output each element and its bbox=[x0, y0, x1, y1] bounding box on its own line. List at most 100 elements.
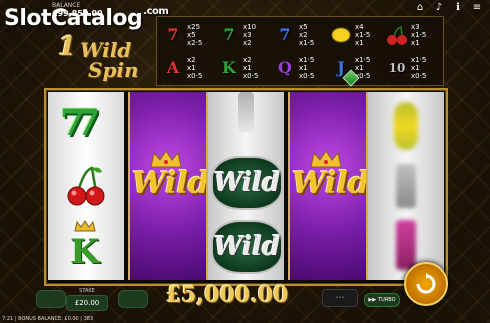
paytable-pays: x4 x1·5 x1 bbox=[355, 23, 370, 47]
A-icon: A bbox=[166, 58, 180, 77]
stake-control[interactable]: STAKE £20.00 bbox=[66, 288, 108, 311]
reel-2-wild: Wild bbox=[128, 92, 208, 280]
top-icons: ⌂ ♪ ℹ ≡ bbox=[415, 3, 482, 13]
wild-symbol: Wild bbox=[132, 166, 208, 201]
paytable-cell-10: 10 x1·5 x1 x0·5 bbox=[385, 51, 441, 84]
pay-value: x1 bbox=[355, 38, 364, 47]
pay-value: x5 bbox=[299, 22, 308, 31]
reels-frame: 77 K Wild Wild Wild Wild bbox=[44, 88, 448, 286]
stake-increase-button[interactable] bbox=[118, 290, 148, 308]
paytable-cell-seven: 7 x25 x5 x2·5 bbox=[161, 18, 217, 51]
paytable-cell-cherries: x3 x1·5 x1 bbox=[385, 18, 441, 51]
reel-1: 77 K bbox=[48, 92, 124, 280]
paytable-pays: x3 x1·5 x1 bbox=[411, 23, 426, 47]
blue-seven-icon: 7 bbox=[279, 25, 291, 44]
logo-one: 1 bbox=[58, 32, 77, 62]
wild-green-label: Wild bbox=[213, 168, 281, 198]
pay-value: x2·5 bbox=[187, 38, 203, 47]
crown-icon bbox=[74, 220, 96, 232]
pay-value: x1 bbox=[187, 63, 196, 72]
spin-arrow-icon bbox=[416, 273, 436, 294]
pay-value: x2 bbox=[243, 38, 252, 47]
footer-bar: 7:21 | BONUS BALANCE: £0.00 | 383 bbox=[2, 316, 94, 322]
pay-value: x2 bbox=[243, 55, 252, 64]
cherries-icon bbox=[385, 23, 409, 47]
pay-value: x1·5 bbox=[411, 30, 427, 39]
paytable-pays: x10 x3 x2 bbox=[243, 23, 256, 47]
pay-value: x0·5 bbox=[411, 71, 427, 80]
paytable-cell-green-seven: 7 x10 x3 x2 bbox=[217, 18, 273, 51]
wild-symbol: Wild bbox=[292, 166, 368, 201]
pay-value: x3 bbox=[243, 30, 252, 39]
paytable: 7 x25 x5 x2·5 7 x10 x3 x2 7 x5 x2 x1·5 x4 x1·5 x1 x3 x1·… bbox=[156, 16, 444, 86]
pay-value: x1 bbox=[411, 38, 420, 47]
pay-value: x0·5 bbox=[299, 71, 315, 80]
10-icon: 10 bbox=[388, 60, 406, 75]
paytable-pays: x1·5 x1 x0·5 bbox=[411, 56, 426, 80]
wild-green-label: Wild bbox=[213, 232, 281, 262]
turbo-label: TURBO bbox=[378, 297, 396, 303]
autoplay-button[interactable]: ••• bbox=[322, 289, 358, 307]
wild-green-symbol: Wild bbox=[211, 156, 283, 210]
menu-button[interactable] bbox=[36, 290, 66, 308]
pay-value: x1·5 bbox=[355, 55, 371, 64]
paytable-pays: x25 x5 x2·5 bbox=[187, 23, 202, 47]
balance-label: BALANCE bbox=[52, 2, 81, 9]
blur-strip bbox=[238, 92, 254, 132]
paytable-cell-blue-seven: 7 x5 x2 x1·5 bbox=[273, 18, 329, 51]
play-icon: ▶▶ bbox=[368, 297, 377, 303]
pay-value: x1 bbox=[243, 63, 252, 72]
pay-value: x1·5 bbox=[299, 55, 315, 64]
pay-value: x0·5 bbox=[243, 71, 259, 80]
turbo-button[interactable]: ▶▶ TURBO bbox=[364, 293, 400, 307]
blur-strip bbox=[396, 164, 416, 208]
paytable-cell-K: Kx2 x1 x0·5 bbox=[217, 51, 273, 84]
balance-display: BALANCE £99,850.00 bbox=[52, 2, 103, 18]
pay-value: x25 bbox=[187, 22, 201, 31]
paytable-cell-lemon: x4 x1·5 x1 bbox=[329, 18, 385, 51]
Q-icon: Q bbox=[278, 58, 292, 77]
menu-icon[interactable]: ≡ bbox=[472, 3, 482, 13]
pay-value: x2 bbox=[299, 30, 308, 39]
game-logo: 1 Wild Spin bbox=[46, 22, 154, 84]
pay-value: x1·5 bbox=[299, 38, 315, 47]
seven-icon: 7 bbox=[167, 25, 179, 44]
logo-spin: Spin bbox=[88, 58, 139, 82]
spin-button[interactable] bbox=[404, 262, 448, 306]
info-icon[interactable]: ℹ bbox=[453, 3, 463, 13]
reel-3: Wild Wild bbox=[208, 92, 284, 280]
home-icon[interactable]: ⌂ bbox=[415, 3, 425, 13]
footer-id: 383 bbox=[83, 316, 94, 322]
footer-bonus: BONUS BALANCE: £0.00 bbox=[18, 316, 79, 322]
paytable-pays: x1·5 x1 x0·5 bbox=[299, 56, 314, 80]
footer-time: 7:21 bbox=[2, 316, 14, 322]
paytable-pays: x5 x2 x1·5 bbox=[299, 23, 314, 47]
cherries-symbol bbox=[67, 166, 105, 206]
paytable-cell-A: Ax2 x1 x0·5 bbox=[161, 51, 217, 84]
pay-value: x10 bbox=[243, 22, 257, 31]
pay-value: x0·5 bbox=[187, 71, 203, 80]
pay-value: x1·5 bbox=[355, 30, 371, 39]
pay-value: x2 bbox=[187, 55, 196, 64]
pay-value: x4 bbox=[355, 22, 364, 31]
paytable-pays: x2 x1 x0·5 bbox=[243, 56, 258, 80]
pay-value: x3 bbox=[411, 22, 420, 31]
reel-5 bbox=[368, 92, 444, 280]
k-symbol: K bbox=[70, 232, 100, 272]
sound-icon[interactable]: ♪ bbox=[434, 3, 444, 13]
win-amount: £5,000.00 bbox=[166, 282, 289, 308]
pay-value: x1·5 bbox=[411, 55, 427, 64]
stake-label: STAKE bbox=[79, 288, 95, 294]
reel-4-wild: Wild bbox=[288, 92, 368, 280]
wild-green-symbol: Wild bbox=[211, 220, 283, 274]
pay-value: x1 bbox=[355, 63, 364, 72]
seven-symbol: 77 bbox=[60, 102, 100, 144]
paytable-pays: x2 x1 x0·5 bbox=[187, 56, 202, 80]
stake-value: £20.00 bbox=[66, 295, 108, 311]
K-icon: K bbox=[222, 58, 236, 77]
blur-strip bbox=[394, 102, 418, 150]
pay-value: x1 bbox=[411, 63, 420, 72]
paytable-cell-Q: Qx1·5 x1 x0·5 bbox=[273, 51, 329, 84]
watermark-slot: Slot bbox=[4, 6, 52, 31]
green-seven-icon: 7 bbox=[223, 25, 235, 44]
